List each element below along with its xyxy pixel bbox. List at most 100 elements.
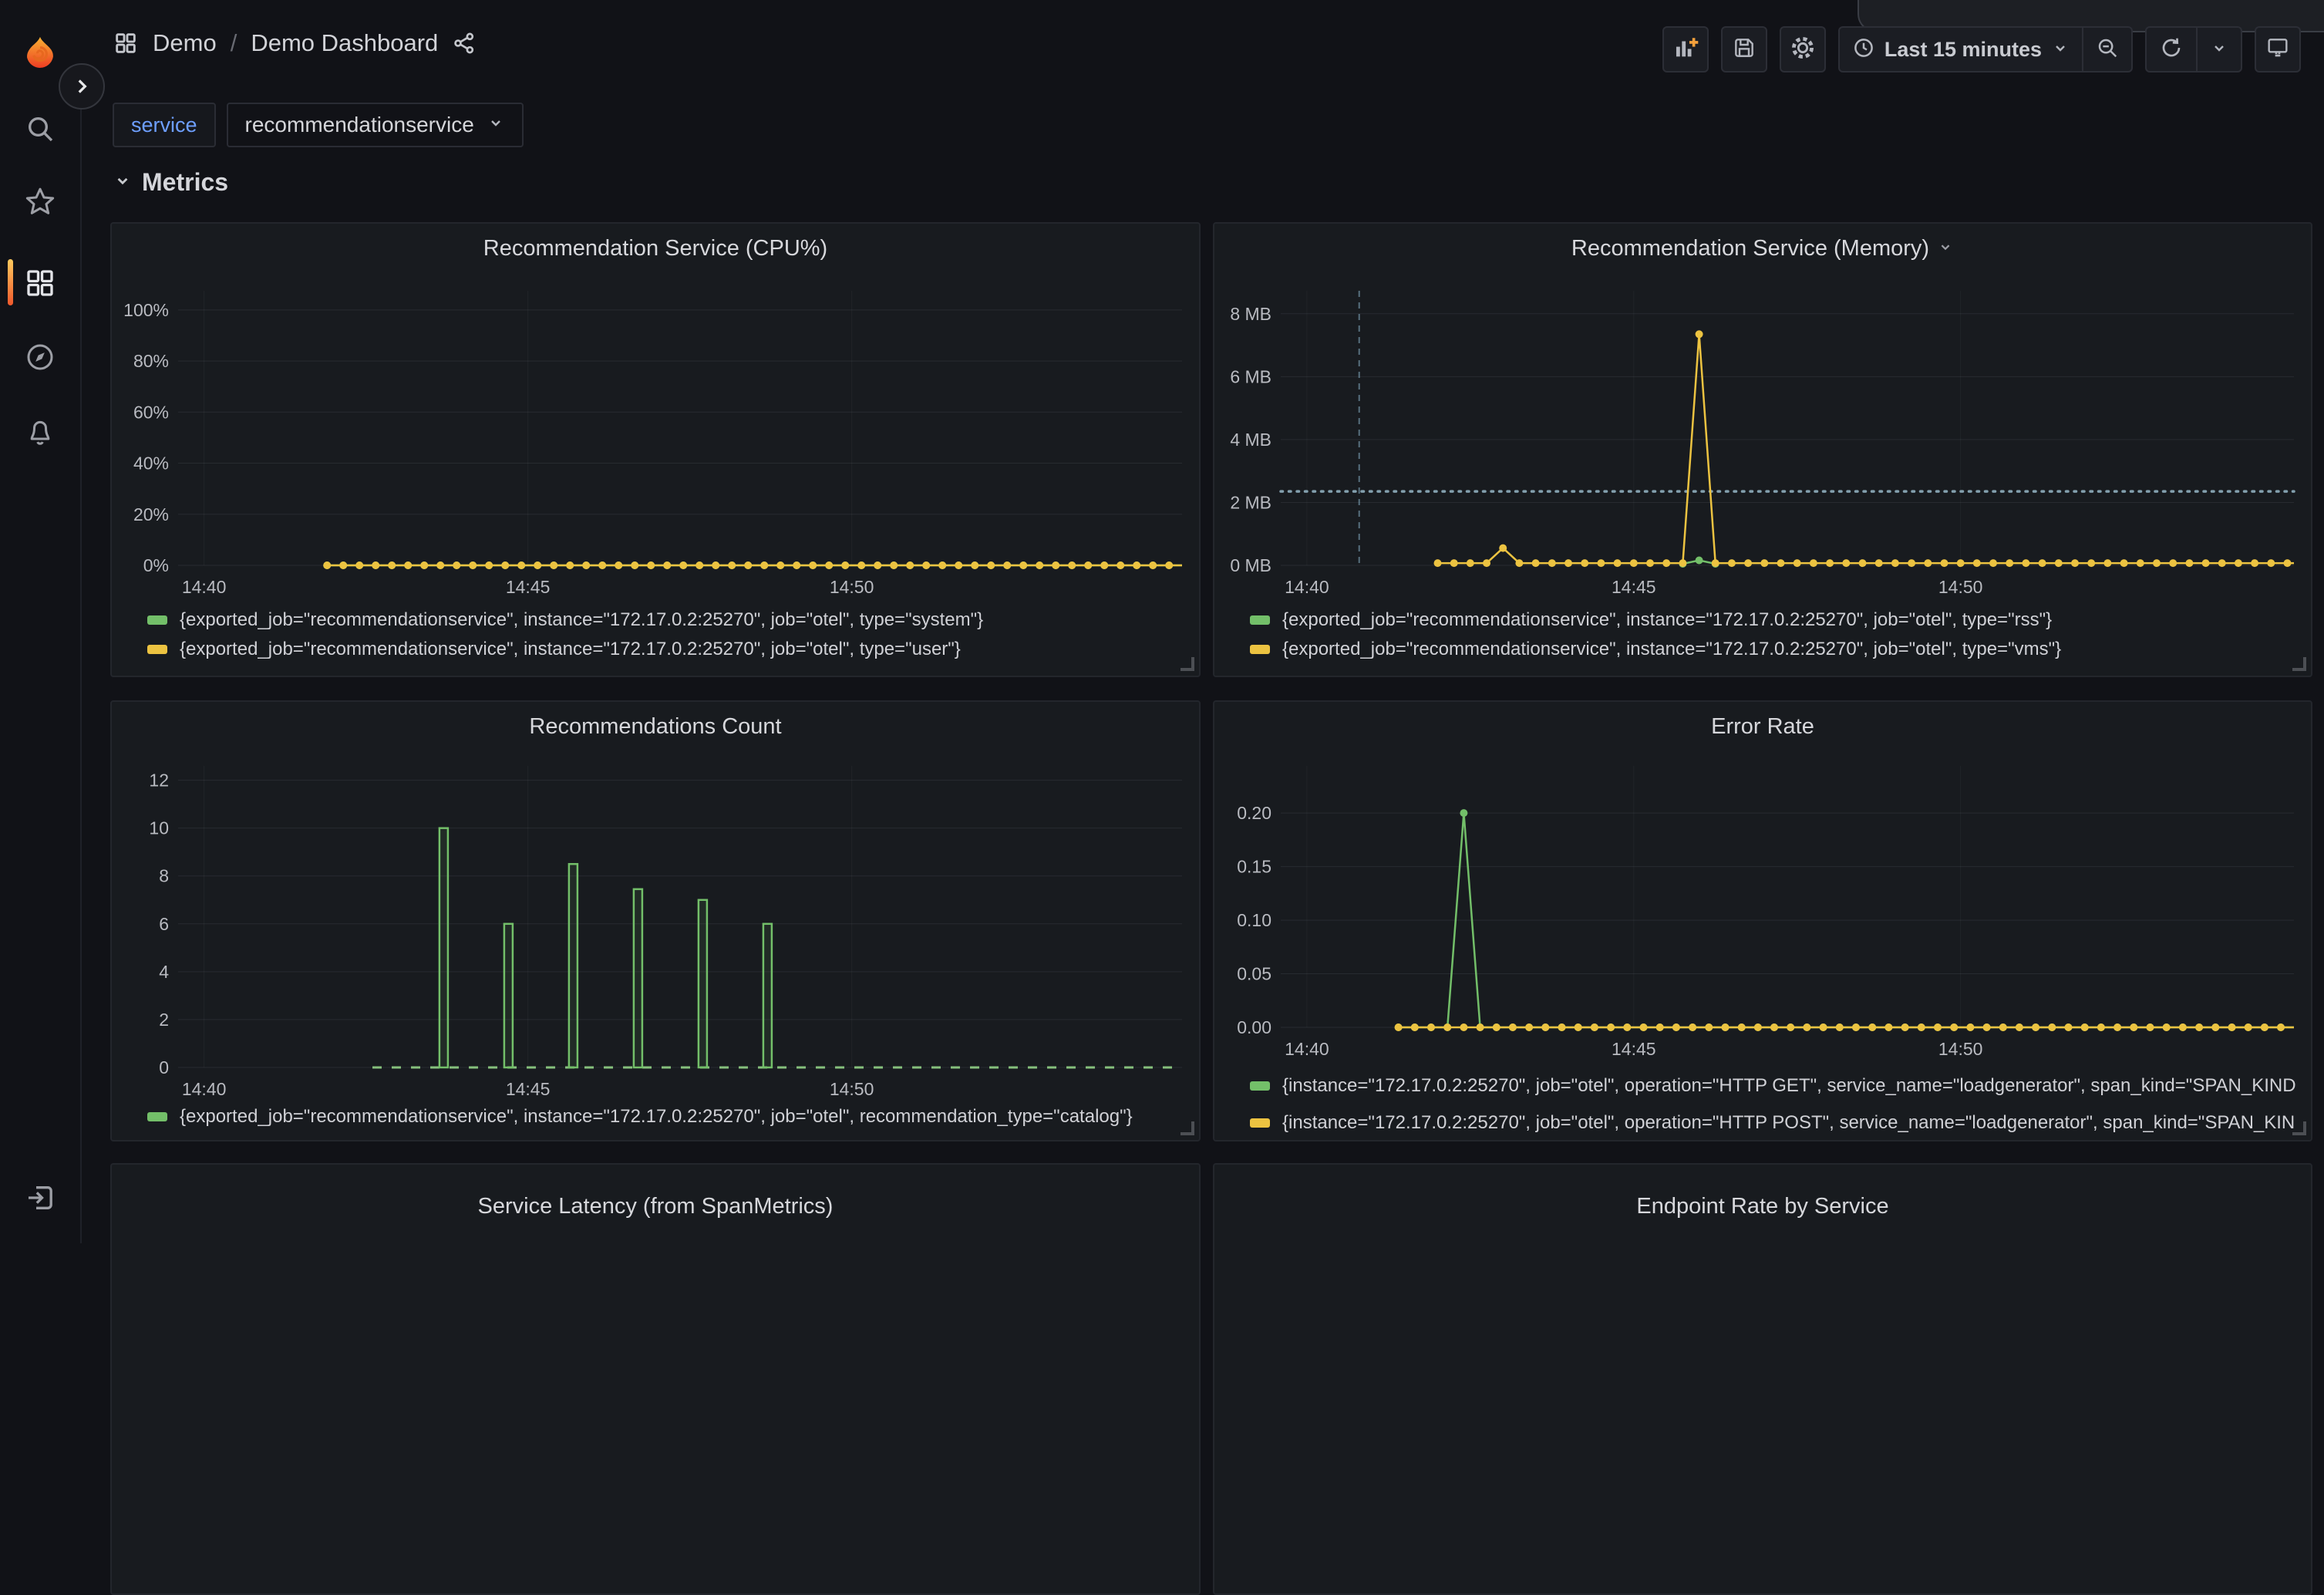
metrics-section-toggle[interactable]: Metrics: [113, 168, 228, 197]
chevron-down-icon: [2210, 39, 2228, 61]
add-panel-icon: [1672, 35, 1699, 65]
svg-text:100%: 100%: [123, 300, 169, 320]
service-variable-value: recommendationservice: [245, 113, 474, 137]
svg-text:14:40: 14:40: [182, 1079, 227, 1099]
service-variable-dropdown[interactable]: recommendationservice: [227, 103, 524, 147]
svg-text:0 MB: 0 MB: [1230, 555, 1271, 575]
recommendations-count-chart[interactable]: 14:4014:4514:50024681012: [124, 754, 1190, 1101]
svg-text:14:45: 14:45: [1612, 1039, 1656, 1059]
panel-resize-handle[interactable]: [2292, 1121, 2306, 1135]
panel-menu-caret-icon[interactable]: [1937, 236, 1954, 261]
svg-text:12: 12: [149, 771, 169, 791]
search-icon[interactable]: [0, 102, 80, 156]
series-swatch: [1250, 645, 1270, 654]
legend-item[interactable]: {exported_job="recommendationservice", i…: [147, 639, 1193, 660]
svg-text:20%: 20%: [133, 504, 169, 524]
breadcrumb-section[interactable]: Demo: [153, 29, 217, 57]
apps-grid-icon: [113, 30, 139, 56]
panel-recommendations-count: Recommendations Count 14:4014:4514:50024…: [110, 700, 1201, 1141]
series-swatch: [147, 615, 167, 625]
panel-resize-handle[interactable]: [2292, 657, 2306, 671]
svg-text:14:45: 14:45: [1612, 577, 1656, 597]
svg-text:0.15: 0.15: [1237, 857, 1271, 877]
series-swatch: [1250, 1081, 1270, 1091]
series-swatch: [1250, 615, 1270, 625]
legend-item[interactable]: {instance="172.17.0.2:25270", job="otel"…: [1250, 1112, 2305, 1134]
refresh-interval-caret[interactable]: [2196, 28, 2241, 71]
panel-title[interactable]: Service Latency (from SpanMetrics): [112, 1194, 1199, 1219]
memory-chart[interactable]: 14:4014:4514:500 MB2 MB4 MB6 MB8 MB: [1227, 279, 2302, 599]
svg-text:6 MB: 6 MB: [1230, 366, 1271, 386]
error-rate-chart[interactable]: 14:4014:4514:500.000.050.100.150.20: [1227, 754, 2302, 1101]
svg-text:0%: 0%: [143, 555, 169, 575]
chevron-down-icon: [487, 113, 505, 137]
share-alt-icon[interactable]: [452, 31, 477, 56]
panel-resize-handle[interactable]: [1181, 1121, 1194, 1135]
legend-item[interactable]: {exported_job="recommendationservice", i…: [1250, 639, 2305, 660]
variable-label: service: [113, 103, 216, 147]
explore-compass-icon[interactable]: [0, 330, 80, 384]
panel-title[interactable]: Recommendation Service (CPU%): [112, 236, 1199, 261]
legend-item[interactable]: {exported_job="recommendationservice", i…: [147, 1106, 1193, 1128]
breadcrumb-page[interactable]: Demo Dashboard: [251, 29, 438, 57]
svg-text:14:45: 14:45: [506, 577, 551, 597]
breadcrumb: Demo / Demo Dashboard: [113, 29, 477, 57]
svg-text:6: 6: [159, 914, 169, 934]
svg-text:14:40: 14:40: [1285, 577, 1329, 597]
panel-cpu: Recommendation Service (CPU%) 14:40 14:45…: [110, 222, 1201, 677]
series-swatch: [147, 645, 167, 654]
svg-text:14:50: 14:50: [830, 1079, 874, 1099]
zoom-out-time-button[interactable]: [2082, 28, 2131, 71]
svg-text:0.10: 0.10: [1237, 910, 1271, 930]
legend-item[interactable]: {instance="172.17.0.2:25270", job="otel"…: [1250, 1075, 2305, 1097]
svg-text:80%: 80%: [133, 351, 169, 371]
chevron-down-icon: [2051, 39, 2070, 61]
star-icon[interactable]: [0, 174, 80, 228]
monitor-icon: [2265, 35, 2290, 64]
panel-title[interactable]: Error Rate: [1214, 714, 2311, 740]
panel-service-latency: Service Latency (from SpanMetrics): [110, 1163, 1201, 1595]
svg-text:0.20: 0.20: [1237, 803, 1271, 823]
cpu-chart[interactable]: 14:4014:4514:500%20%40%60%80%100%: [124, 279, 1190, 599]
sign-in-icon[interactable]: [0, 1171, 80, 1225]
panel-resize-handle[interactable]: [1181, 657, 1194, 671]
panel-title[interactable]: Recommendations Count: [112, 714, 1199, 740]
panel-title[interactable]: Recommendation Service (Memory): [1214, 236, 2311, 261]
add-panel-button[interactable]: [1662, 26, 1709, 72]
svg-text:0.00: 0.00: [1237, 1017, 1271, 1037]
svg-text:10: 10: [149, 818, 169, 838]
svg-text:0: 0: [159, 1057, 169, 1077]
header: Demo / Demo Dashboard: [80, 0, 2324, 99]
svg-text:14:50: 14:50: [1938, 577, 1983, 597]
time-range-button[interactable]: Last 15 minutes: [1840, 28, 2082, 71]
dashboards-grid-icon[interactable]: [0, 256, 80, 310]
series-swatch: [147, 1112, 167, 1121]
series-swatch: [1250, 1118, 1270, 1128]
section-title: Metrics: [142, 168, 228, 197]
svg-text:14:40: 14:40: [182, 577, 227, 597]
legend-item[interactable]: {exported_job="recommendationservice", i…: [147, 609, 1193, 631]
zoom-out-icon: [2096, 36, 2119, 63]
sidebar-expand-button[interactable]: [59, 63, 105, 110]
dashboard-settings-button[interactable]: [1780, 26, 1826, 72]
gear-icon: [1790, 35, 1816, 65]
dashboard-toolbar: Last 15 minutes: [1662, 26, 2301, 72]
panel-endpoint-rate: Endpoint Rate by Service: [1213, 1163, 2312, 1595]
svg-text:8: 8: [159, 866, 169, 886]
refresh-button[interactable]: [2147, 28, 2196, 71]
legend-item[interactable]: {exported_job="recommendationservice", i…: [1250, 609, 2305, 631]
breadcrumb-separator: /: [231, 29, 237, 57]
panel-memory: Recommendation Service (Memory) 14:40 14:…: [1213, 222, 2312, 677]
svg-text:14:45: 14:45: [506, 1079, 551, 1099]
panel-title[interactable]: Endpoint Rate by Service: [1214, 1194, 2311, 1219]
time-picker: Last 15 minutes: [1838, 26, 2133, 72]
sidebar: [0, 0, 82, 1243]
save-dashboard-button[interactable]: [1721, 26, 1767, 72]
svg-text:4 MB: 4 MB: [1230, 430, 1271, 450]
panel-error-rate: Error Rate 14:4014:4514:500.000.050.100.…: [1213, 700, 2312, 1141]
svg-text:40%: 40%: [133, 454, 169, 474]
kiosk-mode-button[interactable]: [2255, 26, 2301, 72]
svg-text:14:50: 14:50: [1938, 1039, 1983, 1059]
svg-text:14:40: 14:40: [1285, 1039, 1329, 1059]
alerting-bell-icon[interactable]: [0, 404, 80, 458]
